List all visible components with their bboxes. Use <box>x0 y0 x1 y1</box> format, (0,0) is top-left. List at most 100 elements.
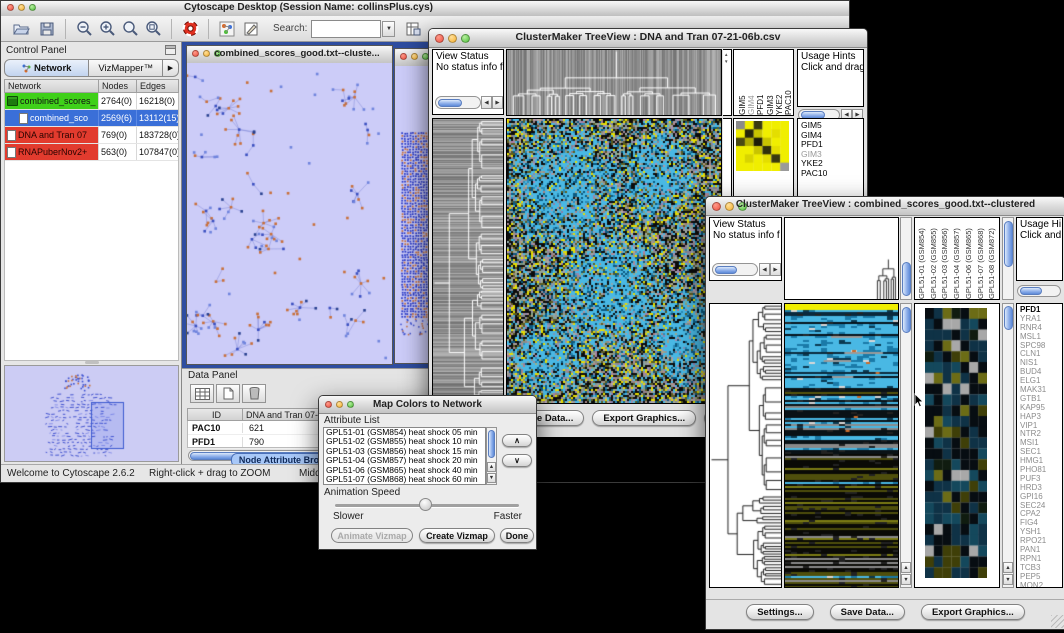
scroll-left-button[interactable]: ◀ <box>481 96 492 109</box>
tv2-status-scroll-thumb[interactable] <box>715 266 737 274</box>
minimize-button[interactable] <box>18 4 25 11</box>
tv2-action-button[interactable]: Settings... <box>746 604 813 620</box>
tv2-usage-scrollbar[interactable] <box>1017 285 1061 297</box>
tab-network[interactable]: Network <box>4 59 89 77</box>
tv2-row-dendrogram[interactable] <box>710 304 781 587</box>
animate-vizmap-button[interactable]: Animate Vizmap <box>331 528 413 543</box>
import-table-icon[interactable] <box>403 19 423 39</box>
attribute-list-item[interactable]: GPL51-07 (GSM868) heat shock 60 min <box>324 475 485 484</box>
col-header-network[interactable]: Network <box>5 80 99 92</box>
tab-overflow-button[interactable]: ▶ <box>163 59 179 77</box>
scroll-right-button[interactable]: ▶ <box>492 96 503 109</box>
save-icon[interactable] <box>37 19 57 39</box>
tv2-status-scrollbar[interactable] <box>712 263 758 276</box>
tv2-gene-label: PFD1 <box>1017 305 1062 314</box>
network-window-1-titlebar[interactable]: combined_scores_good.txt--cluste... <box>187 46 392 64</box>
datapanel-delete-icon[interactable] <box>242 384 266 403</box>
tv1-view-status-label: View Status <box>433 50 503 62</box>
search-label: Search: <box>273 23 307 34</box>
float-panel-icon[interactable] <box>163 44 177 56</box>
tv2-usage-scroll-thumb[interactable] <box>1020 287 1042 295</box>
tv2-genelist-scrollbar[interactable]: ▲ ▼ <box>1002 303 1014 588</box>
network-overview-icon[interactable] <box>217 19 237 39</box>
network-table-row[interactable]: combined_scores_2764(0)16218(0) <box>5 93 178 110</box>
speed-slider-thumb[interactable] <box>419 498 432 511</box>
tv2-right-scroll-thumb-top[interactable] <box>1004 221 1013 267</box>
scroll-down-button[interactable]: ▼ <box>487 473 496 483</box>
toolbar-separator <box>65 19 66 39</box>
help-lifering-icon[interactable] <box>180 19 200 39</box>
close-button[interactable] <box>192 50 199 57</box>
network-birdseye-view[interactable] <box>5 366 178 461</box>
toolbar-separator <box>208 19 209 39</box>
scroll-up-button[interactable]: ▲ <box>1003 562 1013 573</box>
close-button[interactable] <box>7 4 14 11</box>
minimize-button[interactable] <box>411 53 418 60</box>
tv1-usage-hints-text: Click and drag tc <box>798 62 863 73</box>
tv1-action-button[interactable]: Export Graphics... <box>592 410 696 426</box>
create-vizmap-button[interactable]: Create Vizmap <box>419 528 495 543</box>
zoom-in-icon[interactable] <box>97 19 117 39</box>
tv2-zoom-heatmap[interactable] <box>925 308 987 578</box>
annotation-icon[interactable] <box>241 19 261 39</box>
scroll-left-button[interactable]: ◀ <box>759 263 770 276</box>
col-header-nodes[interactable]: Nodes <box>99 80 137 92</box>
tv2-view-status-label: View Status <box>710 218 781 230</box>
tv2-column-label: GPL51-07 (GSM868) <box>976 218 988 299</box>
tv1-heatmap[interactable] <box>507 119 721 403</box>
datapanel-col-id[interactable]: ID <box>188 409 243 420</box>
tv2-right-scrollbar-top[interactable] <box>1002 217 1014 300</box>
attribute-list[interactable]: GPL51-01 (GSM854) heat shock 05 minGPL51… <box>323 427 486 485</box>
tv2-collabel-scrollbar[interactable] <box>900 217 912 300</box>
tv1-row-dendrogram[interactable] <box>433 119 503 403</box>
tv2-genelist-scroll-thumb[interactable] <box>1004 306 1013 330</box>
move-down-button[interactable]: ∨ <box>502 454 532 467</box>
close-button[interactable] <box>400 53 407 60</box>
resize-grip[interactable] <box>1051 615 1064 628</box>
tv2-gene-label: CLN1 <box>1017 349 1062 358</box>
tv2-column-label: GPL51-01 (GSM854) <box>917 218 929 299</box>
tv1-zoom-heatmap[interactable] <box>736 121 789 171</box>
tab-vizmapper[interactable]: VizMapper™ <box>89 59 163 77</box>
attribute-list-scrollbar[interactable]: ▲ ▼ <box>486 427 497 485</box>
tv2-action-button[interactable]: Save Data... <box>830 604 905 620</box>
tv1-status-scrollbar[interactable] <box>435 96 481 109</box>
col-header-edges[interactable]: Edges <box>137 80 178 92</box>
network-table-row[interactable]: combined_sco2569(6)13112(15) <box>5 110 178 127</box>
tv1-column-dendrogram[interactable] <box>507 50 721 115</box>
scroll-right-button[interactable]: ▶ <box>770 263 781 276</box>
attribute-scroll-thumb[interactable] <box>488 430 495 458</box>
scroll-down-button[interactable]: ▼ <box>1003 574 1013 585</box>
treeview1-titlebar[interactable]: ClusterMaker TreeView : DNA and Tran 07-… <box>429 29 867 48</box>
zoom-selected-icon[interactable] <box>143 19 163 39</box>
tv2-heatmap-scroll-thumb[interactable] <box>902 307 911 333</box>
tv1-status-scroll-thumb[interactable] <box>438 99 462 107</box>
zoom-out-icon[interactable] <box>74 19 94 39</box>
scroll-up-button[interactable]: ▲ <box>487 462 496 472</box>
datapanel-new-icon[interactable] <box>216 384 240 403</box>
scroll-up-button[interactable]: ▲ <box>901 562 911 573</box>
network-table-row[interactable]: DNA and Tran 07769(0)183728(0) <box>5 127 178 144</box>
done-button[interactable]: Done <box>500 528 534 543</box>
search-dropdown-button[interactable]: ▼ <box>382 21 395 37</box>
datapanel-table-icon[interactable] <box>190 384 214 403</box>
tv2-heatmap-scrollbar[interactable]: ▲ ▼ <box>900 303 912 588</box>
open-file-icon[interactable] <box>11 19 31 39</box>
zoom-fit-icon[interactable] <box>120 19 140 39</box>
treeview2-titlebar[interactable]: ClusterMaker TreeView : combined_scores_… <box>706 197 1064 216</box>
tv2-heatmap[interactable] <box>785 304 898 587</box>
spinner-up-icon[interactable]: ▲ <box>724 52 728 57</box>
dialog-titlebar[interactable]: Map Colors to Network <box>319 396 536 414</box>
main-titlebar[interactable]: Cytoscape Desktop (Session Name: collins… <box>1 1 849 17</box>
tv2-collabel-scroll-thumb[interactable] <box>902 262 911 296</box>
tv2-action-button[interactable]: Export Graphics... <box>921 604 1025 620</box>
search-input[interactable] <box>311 20 381 38</box>
birdseye-splitter[interactable] <box>85 361 99 364</box>
move-up-button[interactable]: ∧ <box>502 434 532 447</box>
network-view-1[interactable] <box>187 63 392 364</box>
zoom-button[interactable] <box>29 4 36 11</box>
spinner-down-icon[interactable]: ▼ <box>724 59 728 64</box>
tv2-column-dendrogram[interactable] <box>785 218 898 299</box>
scroll-down-button[interactable]: ▼ <box>901 574 911 585</box>
network-table-row[interactable]: RNAPuberNov2+563(0)107847(0) <box>5 144 178 161</box>
